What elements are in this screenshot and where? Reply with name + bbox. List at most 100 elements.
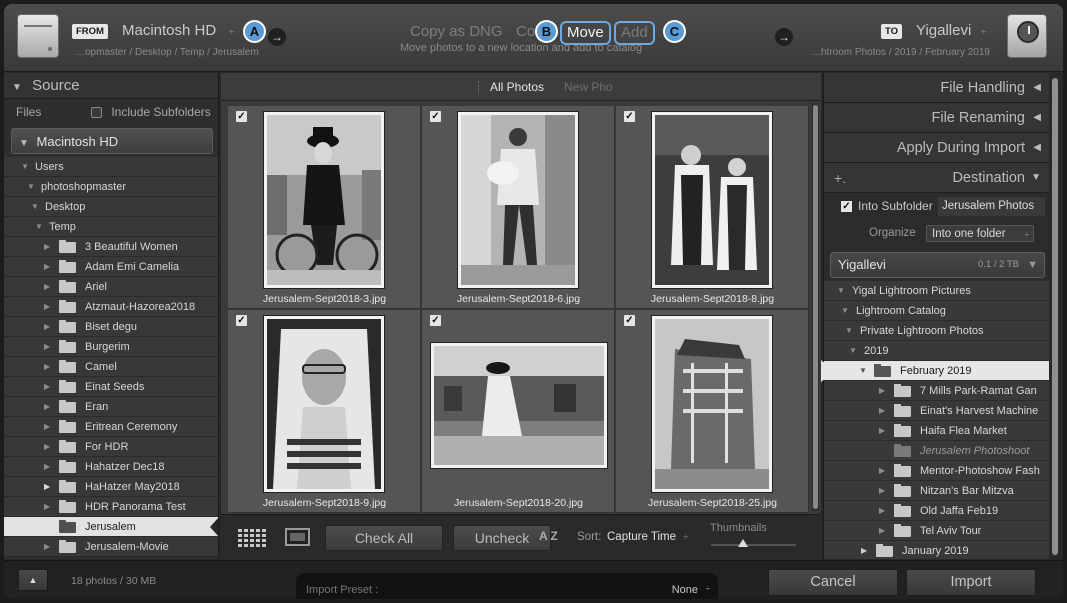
folder-item[interactable]: ▶ Einat Seeds [4, 377, 218, 397]
folder-item[interactable]: ▶ HDR Panorama Test [4, 497, 218, 517]
loupe-view-icon[interactable] [285, 528, 310, 546]
dest-tree-item[interactable]: ▶ Nitzan's Bar Mitzva [824, 481, 1049, 501]
expand-icon[interactable]: ▶ [44, 277, 50, 297]
expand-icon[interactable]: ▶ [879, 521, 885, 541]
destination-stepper-icon[interactable]: ÷ [981, 27, 986, 37]
dest-tree-item[interactable]: ▼ 2019 [824, 341, 1049, 361]
slider-knob[interactable] [738, 539, 748, 547]
file-handling-section[interactable]: File Handling ◀ [824, 73, 1049, 103]
collapse-icon[interactable]: ▼ [31, 197, 39, 217]
check-all-button[interactable]: Check All [325, 525, 443, 551]
folder-item[interactable]: ▶ HaHatzer May2018 [4, 477, 218, 497]
expand-icon[interactable]: ▶ [861, 541, 867, 559]
photo-cell[interactable]: ✓ Jerusalem-Sept2018-6.jpg [422, 106, 615, 309]
dest-tree-item[interactable]: ▶ Old Jaffa Feb19 [824, 501, 1049, 521]
destination-section[interactable]: +. Destination ▼ [824, 163, 1049, 193]
photo-thumbnail[interactable] [431, 343, 607, 468]
expand-icon[interactable]: ▶ [44, 397, 50, 417]
expand-icon[interactable]: ▶ [44, 297, 50, 317]
sort-order-icon[interactable]: A Z [539, 529, 558, 543]
expand-icon[interactable]: ▶ [879, 381, 885, 401]
folder-item[interactable]: ▶ Eritrean Ceremony [4, 417, 218, 437]
photo-thumbnail[interactable] [264, 316, 384, 492]
expand-icon[interactable]: ▶ [44, 537, 50, 557]
expand-icon[interactable]: ▶ [44, 317, 50, 337]
collapse-icon[interactable]: ▼ [1027, 253, 1038, 277]
destination-volume[interactable]: Yigallevi 0.1 / 2 TB ▼ [830, 252, 1045, 278]
collapse-icon[interactable]: ▼ [859, 361, 867, 381]
destination-drive-icon[interactable] [1007, 14, 1047, 58]
collapse-icon[interactable]: ▼ [21, 157, 29, 177]
expand-icon[interactable]: ▶ [44, 457, 50, 477]
photo-thumbnail[interactable] [652, 316, 772, 492]
source-panel-header[interactable]: ▼ Source [4, 73, 218, 99]
mode-copy-dng[interactable]: Copy as DNG [410, 23, 503, 40]
grid-scrollbar[interactable] [812, 103, 819, 511]
expand-icon[interactable]: ▶ [879, 401, 885, 421]
photo-thumbnail[interactable] [458, 112, 578, 288]
expand-icon[interactable]: ▶ [879, 461, 885, 481]
tree-item-temp[interactable]: ▼ Temp [4, 217, 218, 237]
folder-item-selected[interactable]: Jerusalem [4, 517, 218, 537]
photo-cell[interactable]: ✓ Jerusalem-Sept2018-9.jpg [228, 310, 421, 513]
add-folder-icon[interactable]: +. [834, 163, 846, 193]
photo-checkbox[interactable]: ✓ [430, 315, 441, 326]
panel-left-icon[interactable]: ◀ [1033, 73, 1041, 103]
source-volume[interactable]: ▼ Macintosh HD [11, 128, 213, 154]
folder-item[interactable]: ▶ Adam Emi Camelia [4, 257, 218, 277]
photo-checkbox[interactable]: ✓ [624, 315, 635, 326]
dest-tree-item[interactable]: ▼ Lightroom Catalog [824, 301, 1049, 321]
photo-checkbox[interactable]: ✓ [624, 111, 635, 122]
source-drive-icon[interactable] [17, 14, 59, 58]
apply-during-import-section[interactable]: Apply During Import ◀ [824, 133, 1049, 163]
collapse-icon[interactable]: ▼ [12, 82, 22, 93]
folder-item[interactable]: ▶ Jerusalem-Movie [4, 537, 218, 557]
scroll-thumb[interactable] [813, 105, 818, 509]
photo-cell[interactable]: ✓ Jerusalem-Sept2018-25.jpg [616, 310, 809, 513]
photo-checkbox[interactable]: ✓ [430, 111, 441, 122]
folder-item[interactable]: ▶ Atzmaut-Hazorea2018 [4, 297, 218, 317]
folder-item[interactable]: ▶ Burgerim [4, 337, 218, 357]
expand-icon[interactable]: ▶ [44, 497, 50, 517]
destination-title[interactable]: Yigallevi [916, 22, 971, 39]
photo-cell[interactable]: ✓ Jerusalem-Sept2018-3.jpg [228, 106, 421, 309]
dest-tree-item[interactable]: ▼ Yigal Lightroom Pictures [824, 281, 1049, 301]
dest-tree-item[interactable]: ▶ Haifa Flea Market [824, 421, 1049, 441]
mode-copy[interactable]: Co [516, 23, 535, 40]
source-stepper-icon[interactable]: ÷ [229, 27, 234, 37]
panel-left-icon[interactable]: ◀ [1033, 103, 1041, 133]
tab-new-photos[interactable]: New Pho [564, 73, 613, 101]
dest-tree-item-selected[interactable]: ▼ February 2019 [824, 361, 1049, 381]
thumbnail-size-slider[interactable] [711, 539, 796, 547]
dest-tree-item[interactable]: ▶ 7 Mills Park-Ramat Gan [824, 381, 1049, 401]
cancel-button[interactable]: Cancel [768, 569, 898, 596]
source-title[interactable]: Macintosh HD [122, 22, 216, 39]
file-renaming-section[interactable]: File Renaming ◀ [824, 103, 1049, 133]
panel-left-icon[interactable]: ◀ [1033, 133, 1041, 163]
collapse-icon[interactable]: ▼ [845, 321, 853, 341]
dest-tree-item[interactable]: ▶ Einat's Harvest Machine [824, 401, 1049, 421]
include-subfolders-checkbox[interactable] [91, 107, 102, 119]
folder-item[interactable]: ▶ Eran [4, 397, 218, 417]
collapse-icon[interactable]: ▼ [27, 177, 35, 197]
tree-item-users[interactable]: ▼ Users [4, 157, 218, 177]
import-button[interactable]: Import [906, 569, 1036, 596]
folder-item[interactable]: ▶ Biset degu [4, 317, 218, 337]
expand-icon[interactable]: ▶ [879, 481, 885, 501]
collapse-icon[interactable]: ▼ [1031, 163, 1041, 193]
expand-icon[interactable]: ▶ [44, 357, 50, 377]
tab-all-photos[interactable]: All Photos [490, 73, 544, 101]
expand-icon[interactable]: ▶ [879, 501, 885, 521]
collapse-icon[interactable]: ▼ [35, 217, 43, 237]
sort-select[interactable]: Capture Time ÷ [607, 531, 688, 543]
photo-thumbnail[interactable] [264, 112, 384, 288]
folder-item[interactable]: ▶ For HDR [4, 437, 218, 457]
organize-select[interactable]: Into one folder ÷ [926, 225, 1034, 242]
uncheck-all-button[interactable]: Uncheck [453, 525, 551, 551]
tree-item-desktop[interactable]: ▼ Desktop [4, 197, 218, 217]
expand-icon[interactable]: ▶ [44, 417, 50, 437]
subfolder-name-input[interactable]: Jerusalem Photos [938, 197, 1045, 216]
expand-icon[interactable]: ▶ [44, 437, 50, 457]
expand-icon[interactable]: ▶ [44, 377, 50, 397]
dest-tree-item[interactable]: ▶ Mentor-Photoshow Fash [824, 461, 1049, 481]
